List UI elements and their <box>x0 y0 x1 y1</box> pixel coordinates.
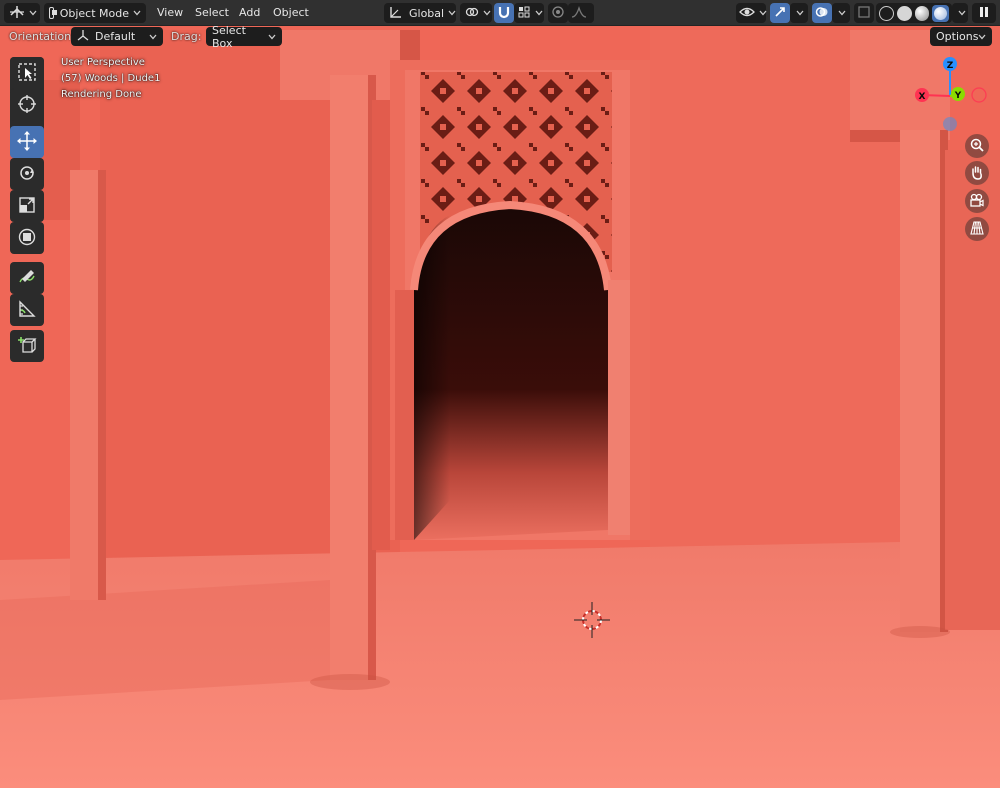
chevron-down-icon <box>268 33 276 41</box>
overlays-dropdown[interactable] <box>832 3 850 23</box>
transform-tool[interactable] <box>10 222 44 254</box>
3d-viewport[interactable]: Object Mode View Select Add Object Globa… <box>0 0 1000 788</box>
material-preview-icon[interactable] <box>914 5 930 21</box>
perspective-toggle-button[interactable] <box>965 217 989 241</box>
move-tool[interactable] <box>10 126 44 158</box>
snap-increment-icon <box>517 5 531 22</box>
select-box-tool[interactable] <box>10 57 44 89</box>
gizmo-y-label: Y <box>954 91 962 101</box>
orientation-axes-icon <box>77 29 89 44</box>
orientation-label: Global <box>409 6 445 20</box>
add-cube-icon <box>17 335 37 358</box>
rendered-scene[interactable] <box>0 0 1000 788</box>
zoom-magnifier-icon <box>969 137 985 156</box>
navigation-gizmo[interactable]: Z X Y <box>908 54 996 138</box>
hand-pan-icon <box>969 164 985 183</box>
chevron-down-icon <box>978 33 986 41</box>
move-arrows-icon <box>16 130 38 155</box>
transform-icon <box>17 227 37 250</box>
object-info: (57) Woods | Dude1 <box>61 73 161 84</box>
cursor-icon <box>17 94 37 117</box>
gizmo-toggle[interactable] <box>770 3 790 23</box>
gizmo-z-label: Z <box>947 61 954 71</box>
pause-icon <box>979 6 989 21</box>
camera-icon <box>969 192 985 211</box>
scale-tool[interactable] <box>10 190 44 222</box>
snap-magnet-icon <box>497 5 511 22</box>
chevron-down-icon <box>759 9 767 17</box>
xray-toggle[interactable] <box>854 3 874 23</box>
orientation-label: Orientation: <box>9 30 75 43</box>
menu-select[interactable]: Select <box>190 3 234 23</box>
editor-type-button[interactable] <box>4 3 40 23</box>
viewport-header: Object Mode View Select Add Object Globa… <box>0 0 1000 26</box>
proportional-editing-toggle[interactable] <box>548 3 568 23</box>
chevron-down-icon <box>448 9 456 17</box>
falloff-icon <box>571 5 587 22</box>
falloff-dropdown[interactable] <box>568 3 594 23</box>
object-mode-icon <box>49 7 57 19</box>
view-name: User Perspective <box>61 57 145 68</box>
chevron-down-icon <box>796 9 804 17</box>
chevron-down-icon <box>29 9 37 17</box>
rendered-shading-icon[interactable] <box>932 4 949 22</box>
measure-tool[interactable] <box>10 294 44 326</box>
orientation-value: Default <box>95 30 136 43</box>
chevron-down-icon <box>149 33 157 41</box>
editor-type-icon <box>9 5 25 22</box>
xray-icon <box>857 5 871 22</box>
pivot-point-dropdown[interactable] <box>460 3 492 23</box>
tool-settings-bar: Orientation: Default Drag: Select Box Op… <box>0 24 1000 50</box>
mode-label: Object Mode <box>59 6 129 20</box>
menu-add[interactable]: Add <box>234 3 265 23</box>
menu-object[interactable]: Object <box>268 3 314 23</box>
zoom-button[interactable] <box>965 134 989 158</box>
rotate-tool[interactable] <box>10 158 44 190</box>
chevron-down-icon <box>535 9 543 17</box>
overlays-toggle[interactable] <box>812 3 832 23</box>
visibility-eye-icon <box>739 5 755 22</box>
drag-label: Drag: <box>171 30 202 43</box>
rotate-icon <box>17 163 37 186</box>
render-status: Rendering Done <box>61 89 142 100</box>
gizmo-arrows-icon <box>773 5 787 22</box>
cursor-tool[interactable] <box>10 89 44 121</box>
pause-render-button[interactable] <box>972 3 996 23</box>
wireframe-shading-icon[interactable] <box>879 5 894 21</box>
select-box-icon <box>17 62 37 85</box>
chevron-down-icon <box>838 9 846 17</box>
mode-selector[interactable]: Object Mode <box>44 3 146 23</box>
annotate-pencil-icon <box>17 267 37 290</box>
visibility-dropdown[interactable] <box>736 3 767 23</box>
annotate-tool[interactable] <box>10 262 44 294</box>
options-dropdown[interactable]: Options <box>930 27 992 46</box>
snap-toggle[interactable] <box>494 3 514 23</box>
snap-target-dropdown[interactable] <box>514 3 544 23</box>
pivot-point-icon <box>465 5 479 22</box>
chevron-down-icon <box>483 9 491 17</box>
shading-mode-group <box>876 3 952 23</box>
pan-button[interactable] <box>965 161 989 185</box>
orientation-dropdown[interactable]: Default <box>71 27 163 46</box>
add-cube-tool[interactable] <box>10 330 44 362</box>
shading-dropdown[interactable] <box>952 3 968 23</box>
transform-orientation-icon <box>389 5 403 22</box>
chevron-down-icon <box>133 9 141 17</box>
gizmo-dropdown[interactable] <box>790 3 808 23</box>
scale-icon <box>17 195 37 218</box>
solid-shading-icon[interactable] <box>896 5 912 21</box>
transform-orientation-dropdown[interactable]: Global <box>384 3 456 23</box>
measure-ruler-icon <box>17 299 37 322</box>
grid-perspective-icon <box>969 220 985 239</box>
camera-view-button[interactable] <box>965 189 989 213</box>
chevron-down-icon <box>958 9 966 17</box>
gizmo-x-label: X <box>919 92 926 102</box>
options-label: Options <box>936 30 979 43</box>
menu-view[interactable]: View <box>152 3 188 23</box>
drag-value: Select Box <box>212 23 246 50</box>
proportional-editing-icon <box>551 5 565 22</box>
drag-dropdown[interactable]: Select Box <box>206 24 282 50</box>
overlays-icon <box>815 5 829 22</box>
